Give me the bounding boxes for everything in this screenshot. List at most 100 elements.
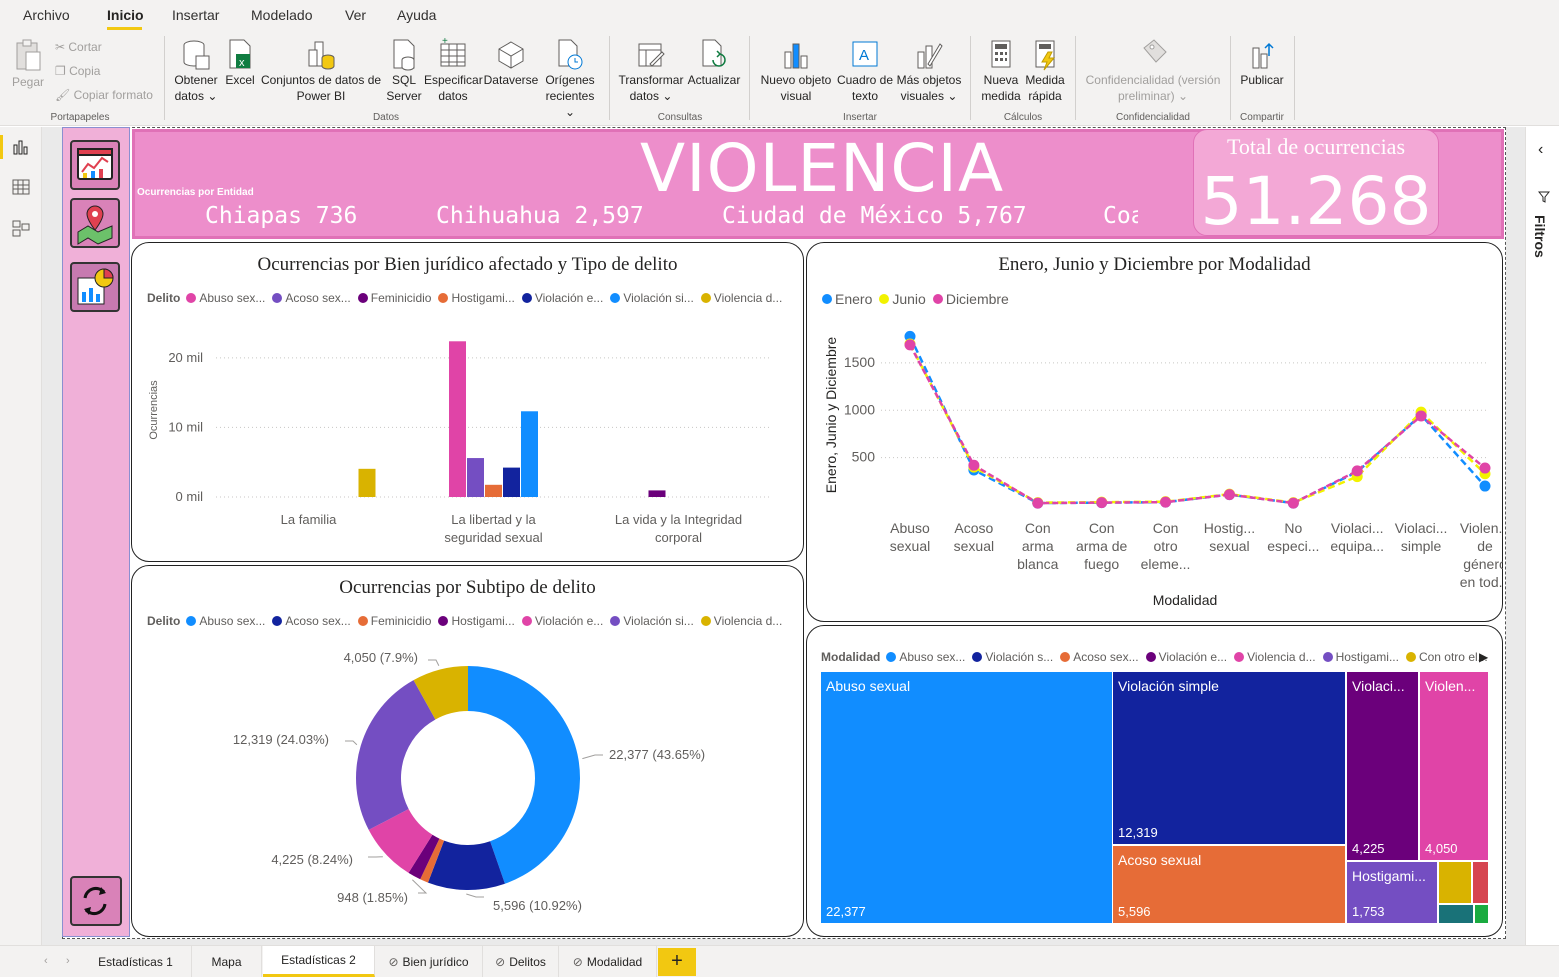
recent-sources-button[interactable]: Orígenes recientes ⌄ [540, 38, 600, 120]
legend-item[interactable]: Violencia d... [700, 614, 782, 628]
powerbi-datasets-button[interactable]: Conjuntos de datos de Power BI [258, 38, 384, 104]
leader-line [428, 659, 440, 666]
legend-item[interactable]: Violencia d... [700, 291, 782, 305]
sensitivity-button[interactable]: Confidencialidad (versión preliminar) ⌄ [1082, 38, 1224, 104]
treemap-cell-value: 1,753 [1352, 904, 1385, 919]
legend-dot [1060, 652, 1071, 662]
line-chart[interactable]: 500 1000 1500 Enero, Junio y Diciembre Abuso… [806, 310, 1503, 620]
treemap-cell[interactable] [1475, 905, 1488, 923]
legend-item[interactable]: Abuso sex... [186, 291, 265, 305]
map-page-button[interactable] [70, 198, 120, 248]
enter-data-button[interactable]: + Especificar datos [424, 38, 483, 104]
dashboard-icon [77, 148, 113, 180]
quick-measure-button[interactable]: Medida rápida [1023, 38, 1067, 104]
cut-button[interactable]: ✂ Cortar [55, 40, 102, 54]
treemap-cell[interactable]: Violación simple 12,319 [1113, 672, 1345, 844]
legend-item[interactable]: Violación e... [521, 291, 603, 305]
sql-server-button[interactable]: SQL Server [386, 38, 422, 104]
legend-item[interactable]: Hostigami... [438, 291, 515, 305]
tab-bien-juridico[interactable]: ⊘ Bien jurídico [375, 946, 483, 977]
legend-next-arrow-icon[interactable]: ▶ [1479, 650, 1488, 664]
legend-item[interactable]: Hostigami... [1322, 650, 1399, 664]
legend-item[interactable]: Hostigami... [438, 614, 515, 628]
legend-item[interactable]: Violación si... [610, 614, 694, 628]
dataverse-button[interactable]: Dataverse [483, 38, 539, 88]
legend-item[interactable]: Enero [822, 291, 872, 307]
treemap-cell[interactable] [1473, 862, 1488, 903]
tab-modalidad[interactable]: ⊘ Modalidad [559, 946, 657, 977]
data-point [1096, 497, 1108, 509]
tab-label: Delitos [509, 954, 546, 969]
tab-scroll-right-icon[interactable]: › [66, 955, 70, 967]
data-point [1479, 462, 1491, 474]
legend-item[interactable]: Feminicidio [357, 614, 431, 628]
legend-item[interactable]: Acoso sex... [272, 614, 351, 628]
tab-mapa[interactable]: Mapa [192, 946, 262, 977]
stats-page-button[interactable] [70, 140, 120, 190]
format-painter-button[interactable]: 🖌 Copiar formato [55, 88, 153, 102]
treemap-cell[interactable]: Acoso sexual 5,596 [1113, 846, 1345, 923]
filters-label[interactable]: Filtros [1532, 215, 1548, 258]
paste-button[interactable]: Pegar [8, 38, 48, 98]
refresh-button[interactable]: Actualizar [686, 38, 742, 88]
tab-scroll-left-icon[interactable]: ‹ [44, 955, 48, 967]
data-view-icon[interactable] [12, 179, 30, 195]
sql-icon [393, 39, 415, 71]
model-view-icon[interactable] [12, 219, 30, 237]
x-tick-label: sexual [1209, 538, 1249, 554]
treemap-cell[interactable] [1439, 862, 1471, 903]
legend-item[interactable]: Diciembre [932, 291, 1009, 307]
treemap-cell[interactable]: Abuso sexual 22,377 [821, 672, 1112, 923]
report-view-icon[interactable] [12, 139, 30, 155]
legend-item[interactable]: Feminicidio [357, 291, 431, 305]
textbox-button[interactable]: A Cuadro de texto [836, 38, 894, 104]
chevron-left-icon[interactable]: ‹ [1538, 141, 1543, 159]
legend-item[interactable]: Violencia d... [1234, 650, 1316, 664]
transform-data-button[interactable]: Transformar datos ⌄ [617, 38, 685, 104]
menu-archivo[interactable]: Archivo [23, 7, 70, 23]
more-visuals-button[interactable]: Más objetos visuales ⌄ [895, 38, 963, 104]
publish-button[interactable]: Publicar [1236, 38, 1288, 88]
legend-dot [1405, 652, 1416, 662]
legend-item[interactable]: Abuso sex... [186, 614, 265, 628]
legend-item[interactable]: Abuso sex... [886, 650, 965, 664]
legend-item[interactable]: Con otro el... [1405, 650, 1488, 664]
legend-title: Modalidad [821, 650, 881, 664]
donut-chart[interactable]: 22,377 (43.65%) 5,596 (10.92%) 948 (1.85%)… [131, 635, 804, 935]
more-visuals-label-1: Más objetos [896, 73, 962, 87]
legend-item[interactable]: Violación e... [521, 614, 603, 628]
tab-estadisticas-2[interactable]: Estadísticas 2 [263, 946, 375, 977]
legend-item[interactable]: Acoso sex... [272, 291, 351, 305]
svg-text:x: x [239, 57, 245, 69]
reset-button[interactable] [70, 876, 122, 926]
legend-item[interactable]: Junio [879, 291, 926, 307]
menu-ayuda[interactable]: Ayuda [397, 7, 436, 23]
menu-ver[interactable]: Ver [345, 7, 366, 23]
legend-label: Hostigami... [451, 614, 515, 628]
legend-item[interactable]: Violación si... [610, 291, 694, 305]
menu-inicio[interactable]: Inicio [107, 7, 144, 23]
bar-chart[interactable]: 0 mil 10 mil 20 mil Ocurrencias La familia La… [131, 310, 804, 560]
more-visuals-label-2: visuales ⌄ [895, 88, 963, 104]
excel-button[interactable]: x Excel [224, 38, 256, 88]
new-visual-button[interactable]: Nuevo objeto visual [757, 38, 835, 104]
menu-insertar[interactable]: Insertar [172, 7, 219, 23]
treemap-cell[interactable] [1439, 905, 1473, 923]
stats2-page-button[interactable] [70, 262, 120, 312]
legend-dot [822, 294, 832, 304]
tab-delitos[interactable]: ⊘ Delitos [483, 946, 559, 977]
treemap-cell[interactable]: Violen... 4,050 [1420, 672, 1488, 860]
legend-item[interactable]: Violación e... [1145, 650, 1227, 664]
add-page-button[interactable]: + [658, 948, 696, 976]
treemap-cell[interactable]: Violaci... 4,225 [1347, 672, 1418, 860]
treemap-cell[interactable]: Hostigami... 1,753 [1347, 862, 1437, 923]
copy-button[interactable]: ❐ Copia [55, 64, 100, 78]
menu-modelado[interactable]: Modelado [251, 7, 313, 23]
get-data-button[interactable]: Obtener datos ⌄ [170, 38, 222, 104]
legend-item[interactable]: Acoso sex... [1060, 650, 1139, 664]
chevron-down-icon: ⌄ [203, 89, 218, 103]
tab-estadisticas-1[interactable]: Estadísticas 1 [80, 946, 192, 977]
line-chart-title: Enero, Junio y Diciembre por Modalidad [998, 254, 1311, 275]
legend-item[interactable]: Violación s... [972, 650, 1053, 664]
new-measure-button[interactable]: Nueva medida [980, 38, 1022, 104]
